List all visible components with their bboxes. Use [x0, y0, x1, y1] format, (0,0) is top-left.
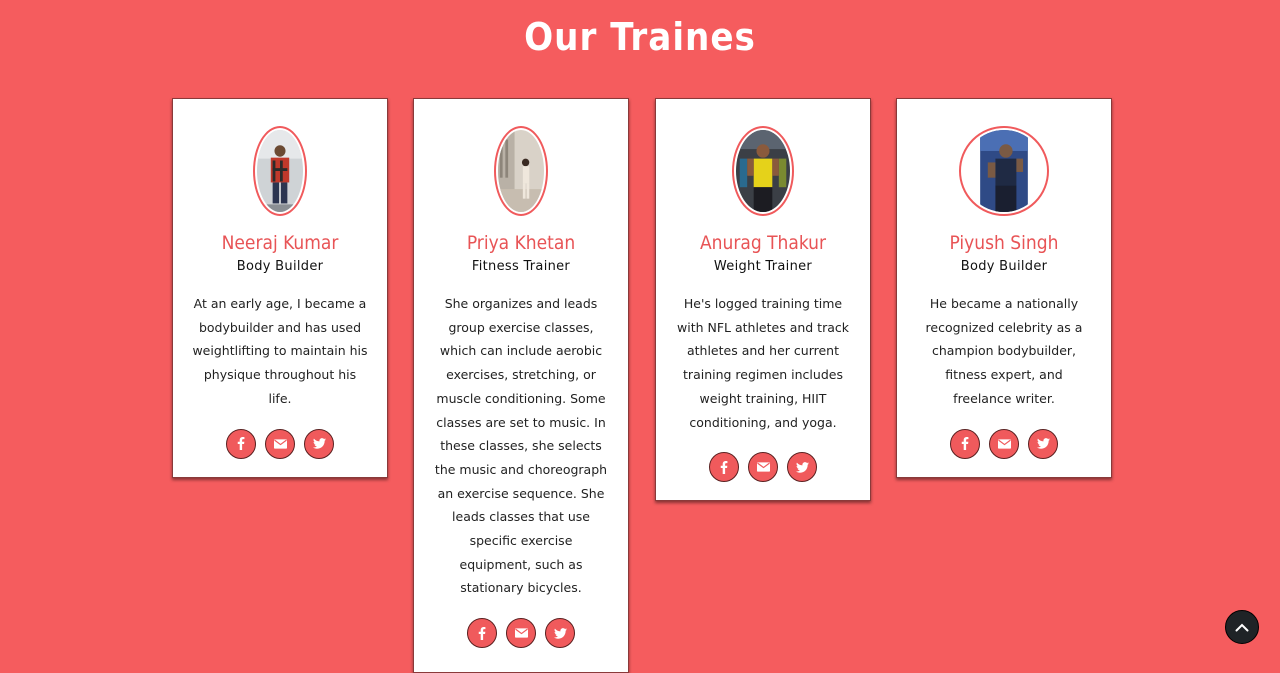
envelope-icon [756, 462, 770, 472]
envelope-icon [997, 438, 1011, 449]
trainer-card-piyush: Piyush Singh Body Builder He became a na… [896, 98, 1112, 478]
twitter-icon [795, 461, 809, 473]
trainer-name: Piyush Singh [949, 232, 1059, 254]
facebook-button[interactable] [709, 452, 739, 483]
facebook-icon [961, 437, 969, 451]
trainer-card-neeraj: Neeraj Kumar Body Builder At an early ag… [172, 98, 388, 478]
envelope-icon [273, 438, 287, 449]
trainer-photo [494, 126, 548, 216]
section-title: Our Traines [524, 15, 756, 59]
facebook-icon [237, 437, 245, 451]
twitter-button[interactable] [1028, 428, 1058, 459]
email-button[interactable] [989, 428, 1019, 459]
facebook-button[interactable] [226, 428, 256, 459]
social-links [173, 428, 387, 459]
trainer-bio: He's logged training time with NFL athle… [677, 296, 849, 430]
twitter-button[interactable] [787, 452, 817, 483]
trainer-role: Body Builder [960, 259, 1048, 274]
social-links [414, 618, 628, 649]
trainer-role: Weight Trainer [713, 259, 813, 274]
twitter-button[interactable] [304, 428, 334, 459]
trainer-bio: She organizes and leads group exercise c… [434, 296, 608, 596]
twitter-icon [553, 627, 567, 639]
trainer-name: Anurag Thakur [699, 232, 827, 254]
email-button[interactable] [506, 618, 536, 649]
email-button[interactable] [748, 452, 778, 483]
facebook-button[interactable] [467, 618, 497, 649]
trainer-photo [959, 126, 1049, 216]
trainer-role: Body Builder [236, 259, 324, 274]
twitter-button[interactable] [545, 618, 575, 649]
twitter-icon [1036, 438, 1050, 449]
social-links [897, 428, 1111, 459]
trainer-photo [732, 126, 794, 216]
trainer-photo [253, 126, 307, 216]
facebook-button[interactable] [950, 428, 980, 459]
twitter-icon [312, 438, 326, 449]
facebook-icon [720, 460, 728, 474]
facebook-icon [478, 626, 486, 640]
back-to-top-button[interactable] [1225, 610, 1259, 644]
email-button[interactable] [265, 428, 295, 459]
trainer-bio: He became a nationally recognized celebr… [925, 296, 1083, 406]
trainer-name: Priya Khetan [466, 232, 576, 254]
trainer-name: Neeraj Kumar [221, 232, 339, 254]
social-links [656, 452, 870, 483]
trainer-card-anurag: Anurag Thakur Weight Trainer He's logged… [655, 98, 871, 502]
trainer-bio: At an early age, I became a bodybuilder … [192, 296, 368, 406]
envelope-icon [514, 628, 528, 638]
trainer-card-priya: Priya Khetan Fitness Trainer She organiz… [413, 98, 629, 673]
chevron-up-icon [1235, 623, 1249, 631]
trainer-role: Fitness Trainer [471, 259, 571, 274]
